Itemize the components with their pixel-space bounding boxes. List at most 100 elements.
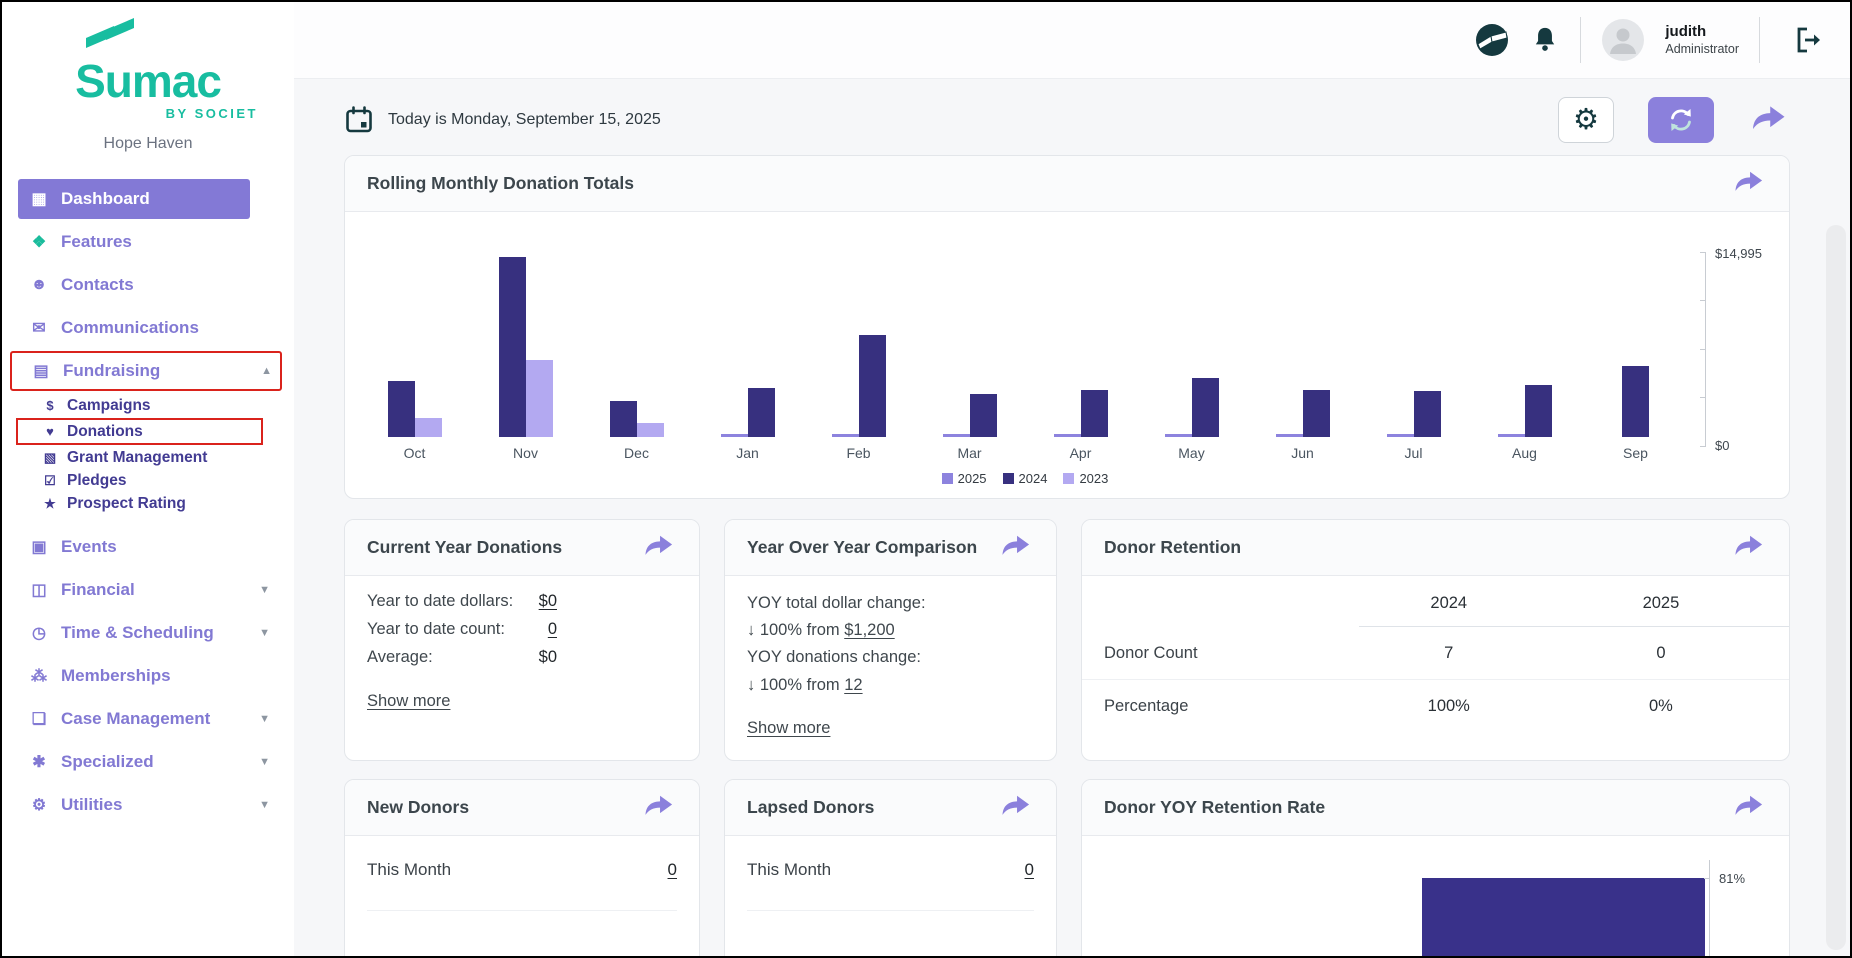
bar-2025-jan[interactable] <box>720 434 748 437</box>
share-report-icon[interactable] <box>998 792 1034 824</box>
new-donors-card: New Donors This Month 0 <box>344 779 700 956</box>
sidebar-item-label: Campaigns <box>67 396 151 414</box>
chevron-down-icon[interactable]: ▼ <box>259 799 270 811</box>
share-report-icon[interactable] <box>998 532 1034 564</box>
x-axis-label: Mar <box>957 445 982 461</box>
ytd-dollars-link[interactable]: $0 <box>539 592 557 611</box>
lapsed-donors-month-link[interactable]: 0 <box>1025 860 1034 880</box>
sidebar-item-features[interactable]: ❖ Features <box>18 222 280 262</box>
yoy-count-link[interactable]: 12 <box>844 676 862 694</box>
bar-2024-jun[interactable] <box>1302 390 1330 437</box>
bar-2023-dec[interactable] <box>636 423 664 437</box>
average-value: $0 <box>538 648 557 666</box>
sidebar-item-label: Donations <box>67 422 143 440</box>
bar-2024-mar[interactable] <box>969 394 997 437</box>
ytd-count-link[interactable]: 0 <box>548 620 557 639</box>
sidebar-item-prospect-rating[interactable]: ★ Prospect Rating <box>2 492 294 515</box>
sidebar-item-fundraising[interactable]: ▤ Fundraising ▲ <box>10 351 282 391</box>
lapsed-donors-card: Lapsed Donors This Month 0 <box>724 779 1057 956</box>
legend-item-2023[interactable]: 2023 <box>1063 471 1108 486</box>
share-dashboard-icon[interactable] <box>1748 102 1790 139</box>
bar-2025-jun[interactable] <box>1275 434 1303 437</box>
sidebar-item-contacts[interactable]: ☻ Contacts <box>18 265 280 305</box>
bar-2024-nov[interactable] <box>498 257 526 437</box>
chart-month-group: Apr <box>1025 257 1136 463</box>
calendar-today-icon <box>346 106 372 133</box>
show-more-link[interactable]: Show more <box>367 692 450 711</box>
sidebar-item-events[interactable]: ▣ Events <box>18 527 280 567</box>
bar-2024-apr[interactable] <box>1080 390 1108 437</box>
chart-month-group: Jul <box>1358 257 1469 463</box>
bar-2024-aug[interactable] <box>1524 385 1552 437</box>
retention-rate-bar[interactable] <box>1422 878 1705 956</box>
share-report-icon[interactable] <box>1731 168 1767 200</box>
bar-2025-feb[interactable] <box>831 434 859 437</box>
bar-2025-aug[interactable] <box>1497 434 1525 437</box>
sidebar-item-dashboard[interactable]: ▦ Dashboard <box>18 179 250 219</box>
chevron-down-icon[interactable]: ▼ <box>259 713 270 725</box>
bar-2023-oct[interactable] <box>414 418 442 437</box>
bar-2024-sep[interactable] <box>1622 366 1649 437</box>
bar-2024-dec[interactable] <box>609 401 637 437</box>
dashboard-settings-button[interactable]: ⚙ <box>1558 97 1614 143</box>
sidebar-item-time-scheduling[interactable]: ◷ Time & Scheduling ▼ <box>18 613 280 653</box>
share-report-icon[interactable] <box>641 532 677 564</box>
bar-2024-may[interactable] <box>1191 378 1219 437</box>
bar-2023-nov[interactable] <box>525 360 553 437</box>
bar-2024-feb[interactable] <box>858 335 886 437</box>
sidebar-item-utilities[interactable]: ⚙ Utilities ▼ <box>18 785 280 825</box>
sumac-logo[interactable]: Sumac BY SOCIET <box>32 18 264 121</box>
retention-table: 2024 2025 Donor Count 7 0 Percentage 100… <box>1082 576 1789 740</box>
share-report-icon[interactable] <box>641 792 677 824</box>
briefcase-icon: ❏ <box>31 711 47 728</box>
bar-2024-oct[interactable] <box>387 381 415 437</box>
user-name: judith <box>1665 22 1707 40</box>
vertical-scrollbar[interactable] <box>1826 225 1846 950</box>
x-axis-label: Jan <box>736 445 759 461</box>
card-title: Lapsed Donors <box>747 797 875 818</box>
chevron-down-icon[interactable]: ▼ <box>259 756 270 768</box>
bar-2025-may[interactable] <box>1164 434 1192 437</box>
sidebar-item-donations[interactable]: ♥ Donations <box>16 418 263 445</box>
bar-2025-mar[interactable] <box>942 434 970 437</box>
yoy-dollar-change-value: ↓ 100% from $1,200 <box>747 621 895 640</box>
share-report-icon[interactable] <box>1731 792 1767 824</box>
chevron-up-icon[interactable]: ▲ <box>261 365 272 377</box>
bar-2024-jul[interactable] <box>1413 391 1441 437</box>
legend-item-2025[interactable]: 2025 <box>941 471 987 486</box>
sidebar-item-grant-management[interactable]: ▧ Grant Management <box>2 446 294 469</box>
sidebar-item-pledges[interactable]: ☑ Pledges <box>2 469 294 492</box>
sidebar-item-campaigns[interactable]: $ Campaigns <box>2 394 294 417</box>
user-menu[interactable]: judith Administrator <box>1665 23 1739 57</box>
show-more-link[interactable]: Show more <box>747 715 830 742</box>
sidebar-item-financial[interactable]: ◫ Financial ▼ <box>18 570 280 610</box>
bar-2025-jul[interactable] <box>1386 434 1414 437</box>
donor-count-2024: 7 <box>1444 643 1454 662</box>
chevron-down-icon[interactable]: ▼ <box>259 627 270 639</box>
row-label: Donor Count <box>1104 643 1198 662</box>
help-book-icon[interactable] <box>1474 22 1510 58</box>
chart-month-group: Jun <box>1247 257 1358 463</box>
chart-legend: 2025 2024 2023 <box>359 463 1691 498</box>
yoy-dollar-change-label: YOY total dollar change: <box>747 594 926 612</box>
legend-item-2024[interactable]: 2024 <box>1002 471 1047 486</box>
bar-2024-jan[interactable] <box>747 388 775 437</box>
chart-month-group: May <box>1136 257 1247 463</box>
refresh-button[interactable] <box>1648 97 1714 143</box>
sidebar-item-label: Fundraising <box>63 361 161 380</box>
notifications-bell-icon[interactable] <box>1530 24 1560 56</box>
sidebar-item-case-management[interactable]: ❏ Case Management ▼ <box>18 699 280 739</box>
dashboard-content: Today is Monday, September 15, 2025 ⚙ Ro… <box>294 78 1850 956</box>
sidebar-item-communications[interactable]: ✉ Communications <box>18 308 280 348</box>
yoy-dollar-link[interactable]: $1,200 <box>844 621 894 639</box>
chart-month-group: Aug <box>1469 257 1580 463</box>
bar-2025-apr[interactable] <box>1053 434 1081 437</box>
share-report-icon[interactable] <box>1731 532 1767 564</box>
logout-icon[interactable] <box>1794 25 1824 55</box>
chevron-down-icon[interactable]: ▼ <box>259 584 270 596</box>
yoy-count-change-label: YOY donations change: <box>747 648 921 667</box>
sidebar-item-memberships[interactable]: ⁂ Memberships <box>18 656 280 696</box>
sidebar-item-specialized[interactable]: ✱ Specialized ▼ <box>18 742 280 782</box>
new-donors-month-link[interactable]: 0 <box>668 860 677 880</box>
avatar[interactable] <box>1601 18 1645 62</box>
